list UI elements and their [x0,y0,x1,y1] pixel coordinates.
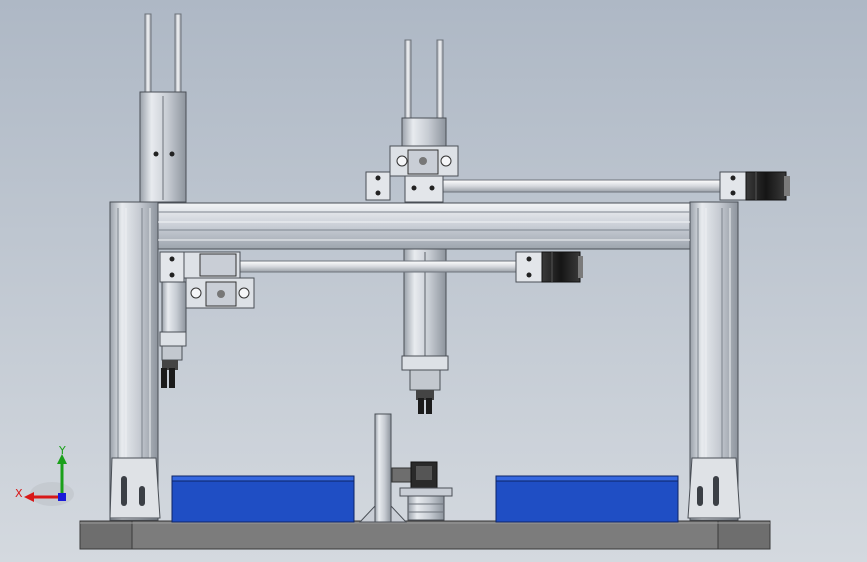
gantry-assembly-model[interactable] [0,0,867,562]
x-axis-arrowhead-icon [24,492,34,502]
y-axis-label: Y [58,444,66,457]
rotary-module[interactable] [391,461,453,521]
base-plate[interactable] [79,520,771,550]
cad-viewport[interactable]: Y X [0,0,867,562]
left-blue-tray[interactable] [171,475,355,523]
center-gripper[interactable] [416,390,434,414]
top-frame-beam[interactable] [157,202,691,250]
left-gripper[interactable] [161,360,178,388]
x-axis-label: X [15,487,23,500]
z-axis-marker-icon [58,493,66,501]
left-frame-column[interactable] [109,201,161,521]
axis-triad: Y X [15,444,74,506]
right-frame-column[interactable] [687,201,741,521]
lower-x-stepper-motor[interactable] [541,251,583,283]
upper-x-stepper-motor[interactable] [745,171,790,201]
right-blue-tray[interactable] [495,475,679,523]
triad-base-icon [30,482,74,506]
left-z-actuator[interactable] [139,13,187,203]
